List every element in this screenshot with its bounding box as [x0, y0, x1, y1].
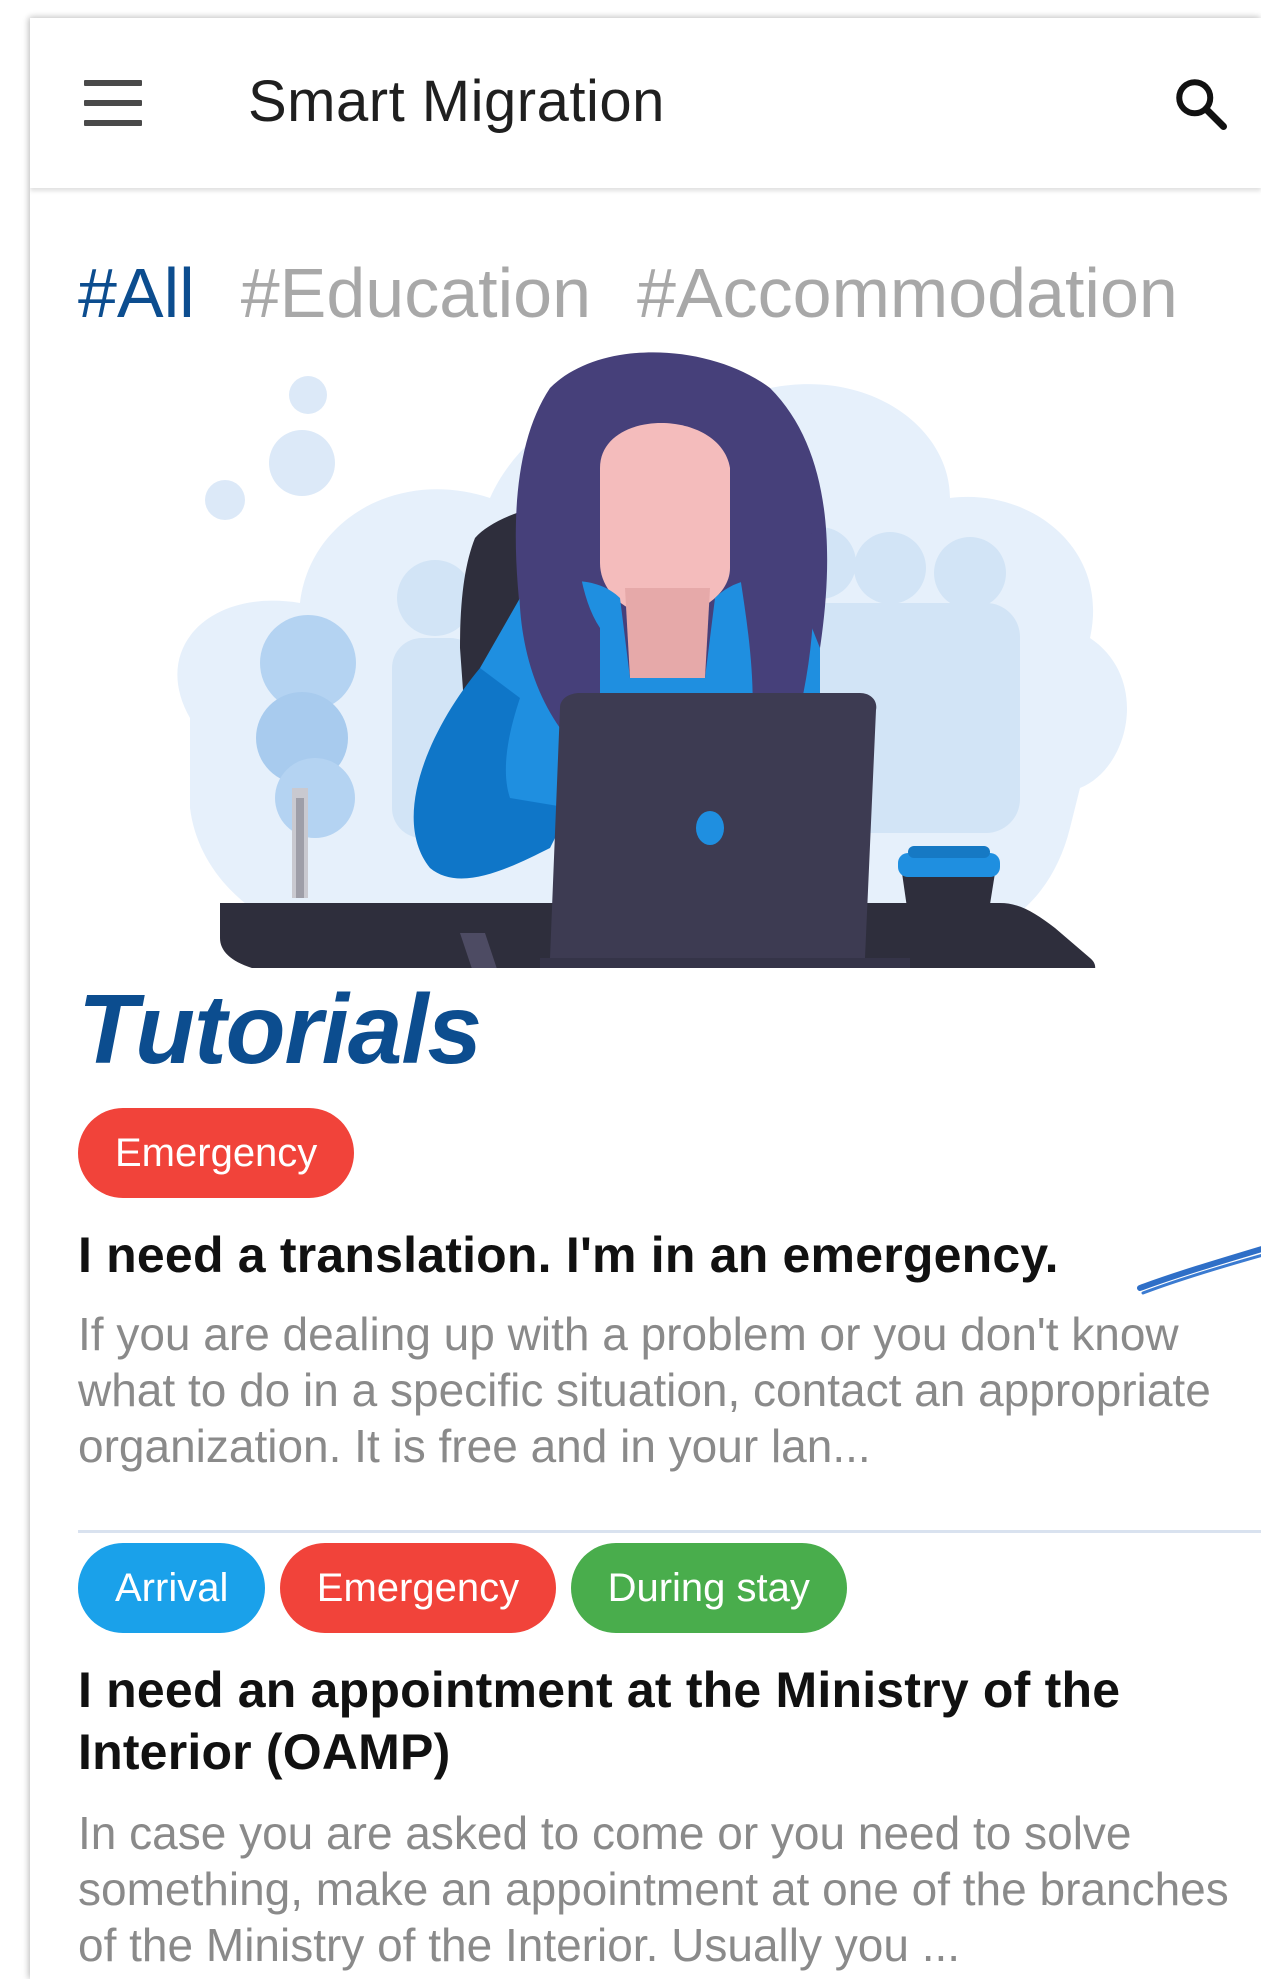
tutorial-title[interactable]: I need an appointment at the Ministry of…	[78, 1659, 1208, 1783]
tutorial-card[interactable]: Emergency I need a translation. I'm in a…	[78, 1108, 1261, 1474]
tag-emergency[interactable]: Emergency	[78, 1108, 355, 1198]
tag-row: Arrival Emergency During stay	[78, 1543, 1261, 1633]
tag-emergency[interactable]: Emergency	[279, 1543, 557, 1633]
tag-arrival[interactable]: Arrival	[78, 1543, 266, 1633]
tutorial-description: In case you are asked to come or you nee…	[78, 1807, 1229, 1971]
section-title: Tutorials	[78, 974, 482, 1084]
menu-icon[interactable]	[84, 80, 142, 126]
tutorial-title[interactable]: I need a translation. I'm in an emergenc…	[78, 1224, 1261, 1286]
pen-scribble	[1137, 1246, 1261, 1295]
app-screen: Smart Migration #All #Education #Accommoda…	[30, 18, 1261, 1979]
app-bar: Smart Migration	[30, 18, 1261, 188]
app-title: Smart Migration	[248, 69, 665, 134]
woman-at-laptop-illustration	[177, 352, 1128, 968]
tutorial-card[interactable]: Arrival Emergency During stay I need an …	[78, 1543, 1261, 1973]
tab-all[interactable]: #All	[78, 253, 195, 333]
divider	[78, 1530, 1261, 1533]
search-icon[interactable]	[1171, 74, 1231, 134]
tag-during-stay[interactable]: During stay	[570, 1543, 847, 1633]
tab-education[interactable]: #Education	[241, 253, 591, 333]
page: Smart Migration #All #Education #Accommoda…	[0, 0, 1261, 1979]
tab-accommodation[interactable]: #Accommodation	[637, 253, 1178, 333]
category-tabs: #All #Education #Accommodation	[78, 253, 1224, 333]
tag-row: Emergency	[78, 1108, 1261, 1198]
tutorial-description: If you are dealing up with a problem or …	[78, 1308, 1211, 1472]
